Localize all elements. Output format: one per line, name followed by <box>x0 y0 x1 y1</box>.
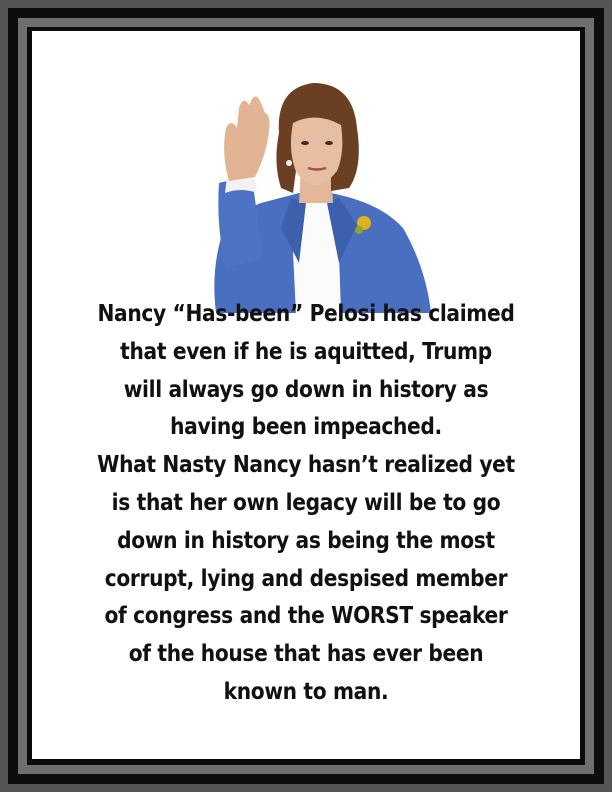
outer-frame: Nancy “Has-been” Pelosi has claimed that… <box>8 8 604 784</box>
caption-line: corrupt, lying and despised member <box>104 563 508 592</box>
gray-frame: Nancy “Has-been” Pelosi has claimed that… <box>18 18 594 774</box>
caption-line: of the house that has ever been <box>128 639 484 668</box>
caption-line: of congress and the WORST speaker <box>104 601 508 630</box>
inner-frame: Nancy “Has-been” Pelosi has claimed that… <box>27 27 585 765</box>
meme-panel: Nancy “Has-been” Pelosi has claimed that… <box>32 31 580 759</box>
caption-line: known to man. <box>223 676 389 705</box>
caption-line: is that her own legacy will be to go <box>111 487 501 516</box>
caption-line: down in history as being the most <box>117 525 495 554</box>
caption-line: What Nasty Nancy hasn’t realized yet <box>97 450 515 479</box>
caption-line: having been impeached. <box>170 412 442 441</box>
caption-line: that even if he is aquitted, Trump <box>120 336 492 365</box>
caption-line: will always go down in history as <box>123 374 489 403</box>
woman-raising-hand-photo <box>214 83 431 313</box>
meme-caption: Nancy “Has-been” Pelosi has claimed that… <box>70 295 541 711</box>
caption-line: Nancy “Has-been” Pelosi has claimed <box>97 299 515 327</box>
